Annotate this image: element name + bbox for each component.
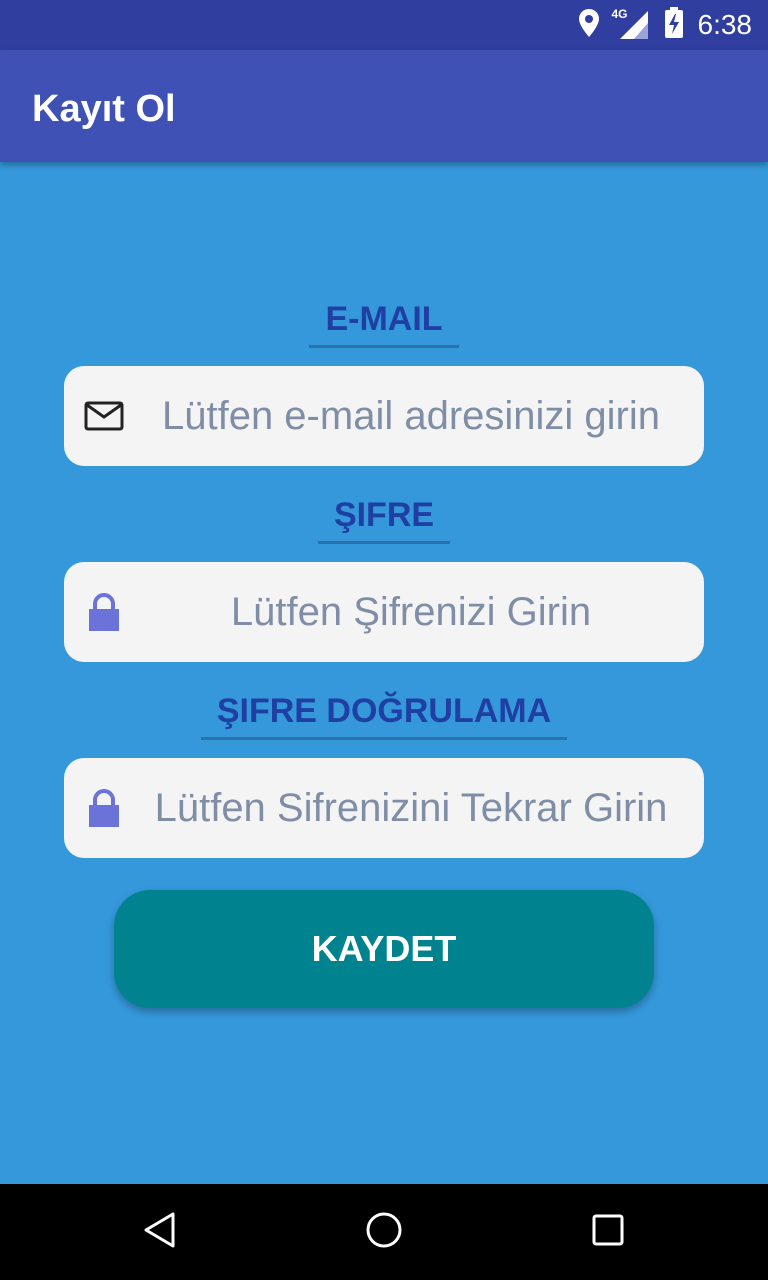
page-title: Kayıt Ol bbox=[32, 88, 176, 130]
email-label-wrap: E-MAIL bbox=[0, 300, 768, 348]
status-time: 6:38 bbox=[697, 9, 753, 40]
email-input[interactable] bbox=[134, 366, 688, 466]
network-type-label: 4G bbox=[611, 7, 628, 21]
recents-button[interactable] bbox=[560, 1184, 656, 1280]
back-button[interactable] bbox=[112, 1184, 208, 1280]
navigation-bar bbox=[0, 1184, 768, 1280]
cell-signal-icon: 4G bbox=[611, 7, 650, 41]
email-field[interactable] bbox=[64, 366, 704, 466]
password-field[interactable] bbox=[64, 562, 704, 662]
confirm-password-field[interactable] bbox=[64, 758, 704, 858]
lock-icon bbox=[84, 592, 124, 632]
mail-icon bbox=[84, 396, 124, 436]
password-input[interactable] bbox=[134, 562, 688, 662]
location-icon bbox=[578, 8, 600, 43]
status-icons: 4G 6:38 bbox=[578, 0, 753, 50]
email-label: E-MAIL bbox=[309, 300, 459, 348]
confirm-label-wrap: ŞIFRE DOĞRULAMA bbox=[0, 692, 768, 740]
status-bar: 4G 6:38 bbox=[0, 0, 768, 50]
confirm-password-label: ŞIFRE DOĞRULAMA bbox=[200, 692, 568, 740]
password-label: ŞIFRE bbox=[317, 496, 451, 544]
home-button[interactable] bbox=[336, 1184, 432, 1280]
battery-charging-icon bbox=[664, 6, 684, 44]
save-button[interactable]: KAYDET bbox=[114, 890, 654, 1008]
lock-icon bbox=[84, 788, 124, 828]
home-icon bbox=[364, 1210, 404, 1255]
password-label-wrap: ŞIFRE bbox=[0, 496, 768, 544]
back-icon bbox=[140, 1210, 180, 1255]
recents-icon bbox=[588, 1210, 628, 1255]
confirm-password-input[interactable] bbox=[134, 758, 688, 858]
app-bar: Kayıt Ol bbox=[0, 50, 768, 162]
